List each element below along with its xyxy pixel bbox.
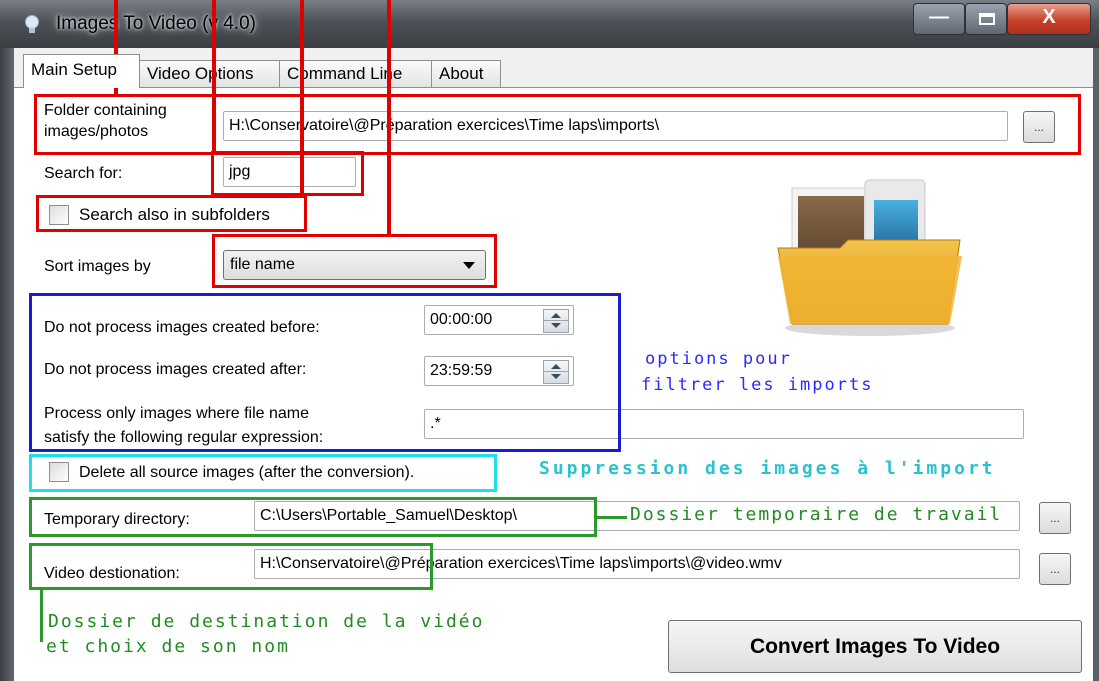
annotation-delete-note: Suppression des images à l'import bbox=[539, 458, 996, 479]
tab-video-options[interactable]: Video Options bbox=[139, 60, 280, 87]
chevron-down-icon bbox=[463, 262, 475, 269]
search-extension-input[interactable]: jpg bbox=[223, 157, 356, 187]
annotation-filter-line2: filtrer les imports bbox=[641, 375, 874, 395]
minimize-icon: — bbox=[929, 6, 949, 28]
tab-main-setup[interactable]: Main Setup bbox=[23, 54, 140, 88]
created-after-spinner[interactable] bbox=[543, 360, 569, 384]
folder-label-line2: images/photos bbox=[44, 123, 149, 140]
window-right-border bbox=[1093, 48, 1099, 681]
delete-source-checkbox[interactable] bbox=[49, 462, 69, 482]
folder-browse-button[interactable]: ... bbox=[1023, 111, 1055, 143]
video-destination-label: Video destionation: bbox=[44, 565, 180, 582]
sort-select-value: file name bbox=[230, 256, 295, 273]
annotation-red-connector bbox=[387, 0, 391, 236]
maximize-button[interactable] bbox=[965, 3, 1007, 35]
subfolders-checkbox[interactable] bbox=[49, 205, 69, 225]
created-before-value: 00:00:00 bbox=[430, 311, 493, 328]
video-destination-browse-button[interactable]: ... bbox=[1039, 553, 1071, 585]
window-title: Images To Video (v 4.0) bbox=[56, 13, 256, 34]
temp-dir-label: Temporary directory: bbox=[44, 511, 190, 528]
annotation-green-connector bbox=[597, 516, 627, 519]
regex-label-line1: Process only images where file name bbox=[44, 405, 310, 422]
delete-source-label: Delete all source images (after the conv… bbox=[79, 464, 415, 481]
sort-select[interactable]: file name bbox=[223, 250, 486, 280]
subfolders-label: Search also in subfolders bbox=[79, 205, 270, 224]
image-folder-icon bbox=[777, 179, 962, 336]
close-icon: X bbox=[1042, 6, 1056, 28]
created-before-input[interactable]: 00:00:00 bbox=[424, 305, 574, 335]
regex-label-line2: satisfy the following regular expression… bbox=[44, 429, 324, 446]
annotation-destination-note-line1: Dossier de destination de la vidéo bbox=[48, 611, 485, 632]
annotation-temp-note: Dossier temporaire de travail bbox=[630, 504, 1003, 525]
created-before-spinner[interactable] bbox=[543, 309, 569, 333]
created-after-value: 23:59:59 bbox=[430, 362, 493, 379]
folder-input[interactable]: H:\Conservatoire\@Préparation exercices\… bbox=[223, 111, 1008, 141]
lightbulb-icon bbox=[25, 15, 39, 33]
maximize-icon bbox=[979, 13, 995, 25]
sort-label: Sort images by bbox=[44, 258, 151, 275]
annotation-red-connector bbox=[212, 0, 216, 153]
minimize-button[interactable]: — bbox=[913, 3, 965, 35]
close-button[interactable]: X bbox=[1007, 3, 1091, 35]
temp-dir-browse-button[interactable]: ... bbox=[1039, 502, 1071, 534]
convert-button[interactable]: Convert Images To Video bbox=[668, 620, 1082, 673]
annotation-filter-line1: options pour bbox=[645, 349, 792, 369]
annotation-red-connector bbox=[300, 0, 304, 195]
created-after-label: Do not process images created after: bbox=[44, 361, 307, 378]
annotation-destination-note-line2: et choix de son nom bbox=[46, 636, 290, 657]
tab-about[interactable]: About bbox=[431, 60, 501, 87]
folder-label-line1: Folder containing bbox=[44, 102, 167, 119]
annotation-green-connector bbox=[40, 590, 43, 642]
created-after-input[interactable]: 23:59:59 bbox=[424, 356, 574, 386]
video-destination-input[interactable]: H:\Conservatoire\@Préparation exercices\… bbox=[254, 549, 1020, 579]
search-label: Search for: bbox=[44, 165, 123, 182]
window-left-border bbox=[0, 48, 14, 681]
created-before-label: Do not process images created before: bbox=[44, 319, 320, 336]
regex-input[interactable]: .* bbox=[424, 409, 1024, 439]
